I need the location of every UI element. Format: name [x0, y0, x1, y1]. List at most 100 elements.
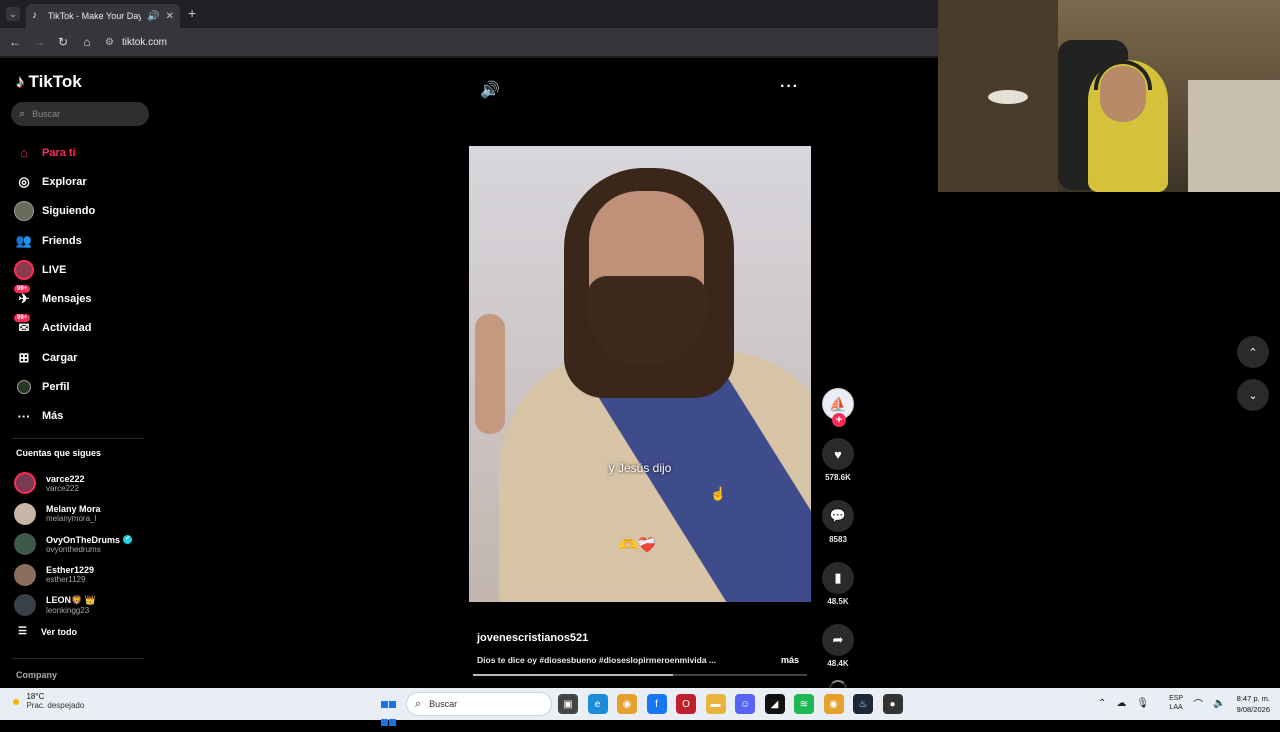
music-disc-icon[interactable] [829, 680, 847, 688]
webcam-sofa [1188, 80, 1280, 192]
forward-icon[interactable]: → [27, 35, 51, 49]
compass-icon: ◎ [18, 173, 30, 189]
following-item[interactable]: Esther1229 esther1129 [14, 560, 132, 591]
profile-avatar [14, 377, 34, 397]
windows-start-icon[interactable] [381, 696, 397, 726]
opera-icon[interactable]: O [676, 694, 696, 714]
nav-mensajes[interactable]: ✈ 99+ Mensajes [14, 284, 95, 313]
nav-actividad[interactable]: ✉ 99+ Actividad [14, 314, 95, 343]
chrome-active-icon[interactable]: ◉ [823, 694, 844, 714]
taskbar-search[interactable]: ⌕ Buscar [406, 692, 552, 716]
following-item[interactable]: OvyOnTheDrums ✓ ovyonthedrums [14, 529, 133, 560]
like-action[interactable]: ♥ 578.6K [822, 438, 854, 482]
weather-widget[interactable]: ● 18°C Prac. despejado [12, 692, 84, 710]
comment-icon[interactable]: 💬 [822, 500, 854, 532]
chevron-up-icon[interactable]: ⌃ [1098, 698, 1106, 709]
url-text: tiktok.com [121, 36, 167, 48]
hand-cursor-icon: ☝ [710, 486, 727, 501]
nav-friends[interactable]: 👥 Friends [14, 226, 95, 255]
more-options-icon[interactable]: ··· [780, 78, 799, 96]
following-list: varce222 varce222 Melany Mora melanymora_l… [14, 468, 133, 621]
home-browser-icon[interactable]: ⌂ [75, 35, 99, 49]
reload-icon[interactable]: ↻ [51, 35, 75, 49]
video-progress-bar[interactable] [473, 674, 807, 676]
nav-para-ti[interactable]: ⌂ Para ti [14, 138, 95, 167]
following-section-title: Cuentas que sigues [16, 448, 102, 458]
discord-icon[interactable]: ☺ [735, 694, 755, 714]
nav-perfil[interactable]: Perfil [14, 372, 95, 401]
nav-mas[interactable]: ··· Más [14, 402, 95, 431]
video-author[interactable]: jovenescristianos521 [477, 632, 588, 644]
share-action[interactable]: ➦ 48.4K [822, 624, 854, 668]
back-icon[interactable]: ← [3, 35, 27, 49]
tiktok-logo[interactable]: ♪ TikTok [16, 72, 82, 92]
logo-text: TikTok [28, 72, 82, 91]
sound-icon[interactable]: 🔊 [480, 80, 500, 100]
system-tray: ⌃ ☁ 🎙 ESP LAA ⌒ 🔈 [1098, 694, 1236, 712]
action-bar: ⛵ + ♥ 578.6K 💬 8583 ▮ 48.5K ➦ 48.4K [822, 388, 854, 688]
facebook-icon[interactable]: f [646, 694, 667, 714]
network-icon[interactable]: ☁ [1116, 698, 1126, 709]
nav-siguiendo[interactable]: Siguiendo [14, 197, 95, 226]
comment-count: 8583 [829, 535, 847, 544]
url-field[interactable]: ⚙ tiktok.com [105, 37, 167, 48]
weather-temp: 18°C [26, 692, 45, 701]
nav-explorar[interactable]: ◎ Explorar [14, 167, 95, 196]
chevron-down-icon[interactable]: ⌄ [1237, 379, 1269, 411]
video-figure-hand [475, 314, 505, 434]
site-info-icon[interactable]: ⚙ [105, 37, 114, 48]
tiktok-favicon-icon: ♪ [32, 10, 37, 21]
speaker-icon[interactable]: 🔊 [147, 11, 159, 22]
following-item[interactable]: Melany Mora melanymora_l [14, 499, 132, 530]
edge-icon[interactable]: e [587, 694, 608, 714]
see-all-link[interactable]: ☰ Ver todo [18, 626, 77, 637]
spotify-icon[interactable]: ≋ [794, 694, 814, 714]
account-name: varce222 [46, 473, 85, 484]
browser-tab[interactable]: ♪ TikTok - Make Your Day 🔊 ✕ [26, 4, 180, 28]
capcut-icon[interactable]: ◢ [764, 694, 785, 714]
close-tab-icon[interactable]: ✕ [166, 11, 174, 22]
file-explorer-icon[interactable]: ▬ [705, 694, 726, 714]
activity-icon: ✉ 99+ [14, 314, 34, 338]
nav-live[interactable]: LIVE [14, 255, 95, 284]
clock-time: 8:47 p. m. [1236, 694, 1270, 703]
comment-action[interactable]: 💬 8583 [822, 500, 854, 544]
home-icon: ⌂ [20, 145, 28, 161]
save-action[interactable]: ▮ 48.5K [822, 562, 854, 606]
nav-cargar[interactable]: ⊞ Cargar [14, 343, 95, 372]
obs-icon[interactable]: ● [882, 694, 903, 714]
following-item[interactable]: LEON🦁 👑 leonkingg23 [14, 590, 132, 621]
search-icon: ⌕ [415, 697, 422, 710]
follow-plus-icon[interactable]: + [832, 413, 846, 427]
clock[interactable]: 8:47 p. m. 9/08/2026 [1226, 693, 1270, 715]
following-avatar [14, 201, 34, 222]
new-tab-icon[interactable]: + [188, 6, 196, 20]
verified-icon: ✓ [123, 535, 133, 545]
company-link[interactable]: Company [16, 670, 57, 680]
steam-icon[interactable]: ♨ [853, 694, 873, 714]
wifi-icon[interactable]: ⌒ [1193, 696, 1203, 711]
nav-label: Siguiendo [42, 205, 96, 218]
task-view-icon[interactable]: ▣ [558, 694, 578, 714]
volume-icon[interactable]: 🔈 [1213, 698, 1225, 709]
chevron-up-icon[interactable]: ⌃ [1237, 336, 1269, 368]
live-avatar [14, 259, 34, 280]
heart-icon[interactable]: ♥ [822, 438, 854, 470]
more-button[interactable]: más [781, 655, 799, 665]
friends-icon: 👥 [15, 232, 33, 248]
chrome-icon[interactable]: ◉ [617, 694, 637, 714]
video-player[interactable]: y Jesús dijo 🫶❤️‍🩹 ☝ [469, 146, 811, 602]
divider [12, 658, 144, 659]
search-input[interactable]: ⌕ Buscar [11, 102, 149, 126]
webcam-overlay [938, 0, 1280, 192]
language-indicator[interactable]: ESP LAA [1169, 694, 1183, 712]
bookmark-icon[interactable]: ▮ [822, 562, 854, 594]
microphone-icon[interactable]: 🎙 [1136, 698, 1149, 709]
share-icon[interactable]: ➦ [822, 624, 854, 656]
following-item[interactable]: varce222 varce222 [14, 468, 132, 499]
tiktok-page: ♪ TikTok ⌕ Buscar ⌂ Para ti ◎ Explorar S… [0, 58, 938, 688]
account-name: Melany Mora [46, 504, 101, 515]
avatar [14, 533, 36, 556]
creator-avatar[interactable]: ⛵ + [822, 388, 854, 427]
tab-search-icon[interactable]: ⌄ [6, 7, 20, 21]
